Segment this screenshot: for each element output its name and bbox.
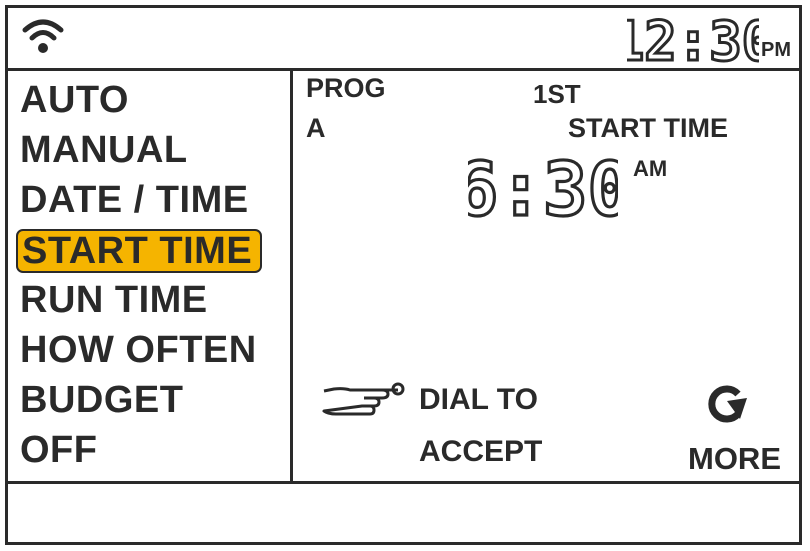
clock-display: 12:30 PM [627, 12, 791, 64]
menu-item-how-often[interactable]: HOW OFTEN [20, 330, 257, 370]
wifi-icon [22, 19, 64, 53]
clock-time: 12:30 [627, 14, 759, 64]
start-time-title: START TIME [568, 113, 728, 143]
instruction-line-2: ACCEPT [419, 435, 543, 468]
start-ordinal: 1ST [533, 79, 581, 109]
menu-item-auto[interactable]: AUTO [20, 80, 129, 120]
mode-menu: AUTO MANUAL DATE / TIME START TIME RUN T… [8, 71, 293, 481]
menu-item-run-time[interactable]: RUN TIME [20, 280, 208, 320]
start-time-ampm: AM [633, 156, 668, 181]
start-time-text: 6:30 [468, 153, 618, 220]
clock-time-text: 12:30 [627, 14, 759, 64]
rotate-arrow-icon [708, 385, 747, 423]
status-bar: 12:30 PM [8, 8, 799, 71]
controller-display: 12:30 PM AUTO MANUAL DATE / TIME START T… [5, 5, 802, 545]
menu-item-start-time[interactable]: START TIME [16, 229, 263, 273]
message-bar [8, 481, 799, 542]
prog-value: A [306, 113, 326, 143]
menu-item-date-time[interactable]: DATE / TIME [20, 180, 249, 220]
menu-item-budget[interactable]: BUDGET [20, 380, 183, 420]
menu-item-off[interactable]: OFF [20, 430, 97, 470]
detail-panel: PROG A 1ST START TIME 6:30 AM DIAL TO AC… [293, 71, 798, 481]
pointing-hand-icon [322, 382, 405, 416]
menu-item-manual[interactable]: MANUAL [20, 130, 188, 170]
prog-label: PROG [306, 73, 386, 103]
clock-ampm: PM [761, 39, 791, 61]
start-time-value: 6:30 [468, 153, 618, 220]
instruction-line-1: DIAL TO [419, 383, 538, 416]
more-button[interactable]: MORE [688, 441, 781, 477]
